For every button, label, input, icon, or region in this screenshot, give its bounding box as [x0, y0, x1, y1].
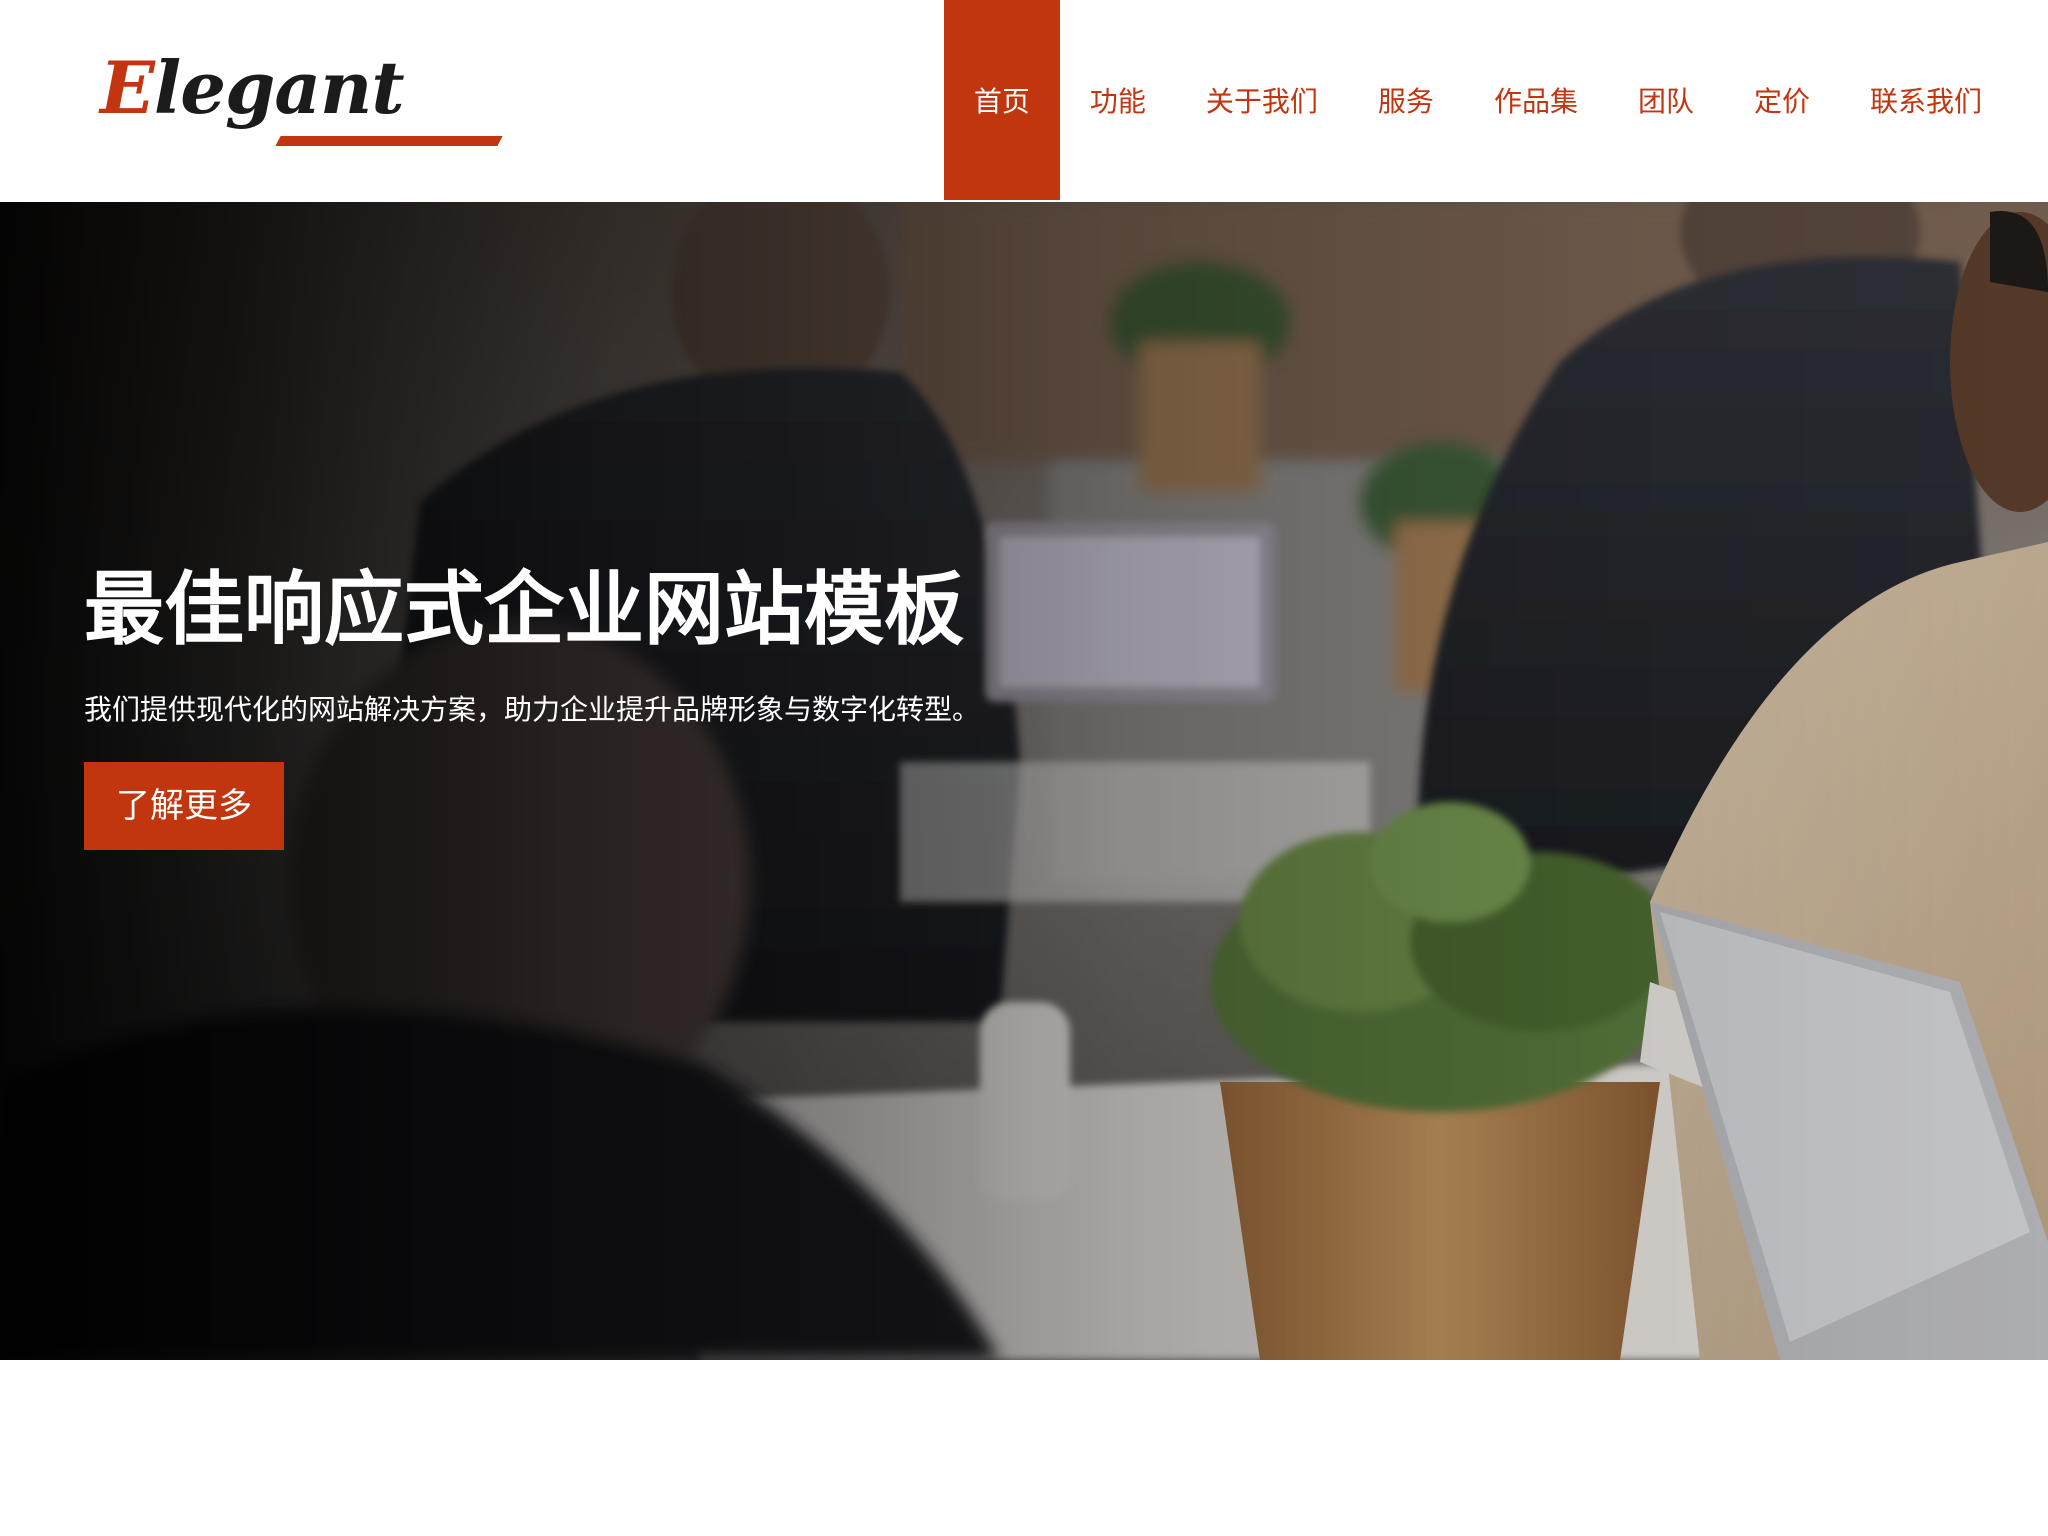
- logo-initial: E: [100, 45, 155, 130]
- logo-underline: [275, 136, 503, 146]
- logo-wordmark: Elegant: [100, 52, 405, 124]
- hero-title: 最佳响应式企业网站模板: [84, 563, 964, 656]
- nav-item-portfolio[interactable]: 作品集: [1464, 0, 1608, 200]
- hero-subtitle: 我们提供现代化的网站解决方案，助力企业提升品牌形象与数字化转型。: [84, 693, 981, 726]
- learn-more-button[interactable]: 了解更多: [84, 762, 284, 851]
- hero-content: 最佳响应式企业网站模板 我们提供现代化的网站解决方案，助力企业提升品牌形象与数字…: [84, 562, 1084, 851]
- nav-item-home[interactable]: 首页: [943, 0, 1060, 200]
- logo-rest: legant: [153, 45, 405, 130]
- hero-section: 最佳响应式企业网站模板 我们提供现代化的网站解决方案，助力企业提升品牌形象与数字…: [0, 202, 2048, 1360]
- nav-item-about[interactable]: 关于我们: [1176, 0, 1348, 200]
- nav-item-contact[interactable]: 联系我们: [1840, 0, 2012, 200]
- below-fold-area: [0, 1360, 2048, 1536]
- nav-item-pricing[interactable]: 定价: [1724, 0, 1840, 200]
- nav-item-features[interactable]: 功能: [1060, 0, 1176, 200]
- page: Elegant 首页 功能 关于我们 服务 作品集 团队 定价 联系我们 最佳响…: [0, 0, 2048, 1536]
- site-header: Elegant 首页 功能 关于我们 服务 作品集 团队 定价 联系我们: [0, 0, 2048, 202]
- elegant-logo[interactable]: Elegant: [100, 52, 503, 162]
- nav-item-team[interactable]: 团队: [1608, 0, 1724, 200]
- nav-item-services[interactable]: 服务: [1348, 0, 1464, 200]
- main-navigation: 首页 功能 关于我们 服务 作品集 团队 定价 联系我们: [943, 0, 2048, 200]
